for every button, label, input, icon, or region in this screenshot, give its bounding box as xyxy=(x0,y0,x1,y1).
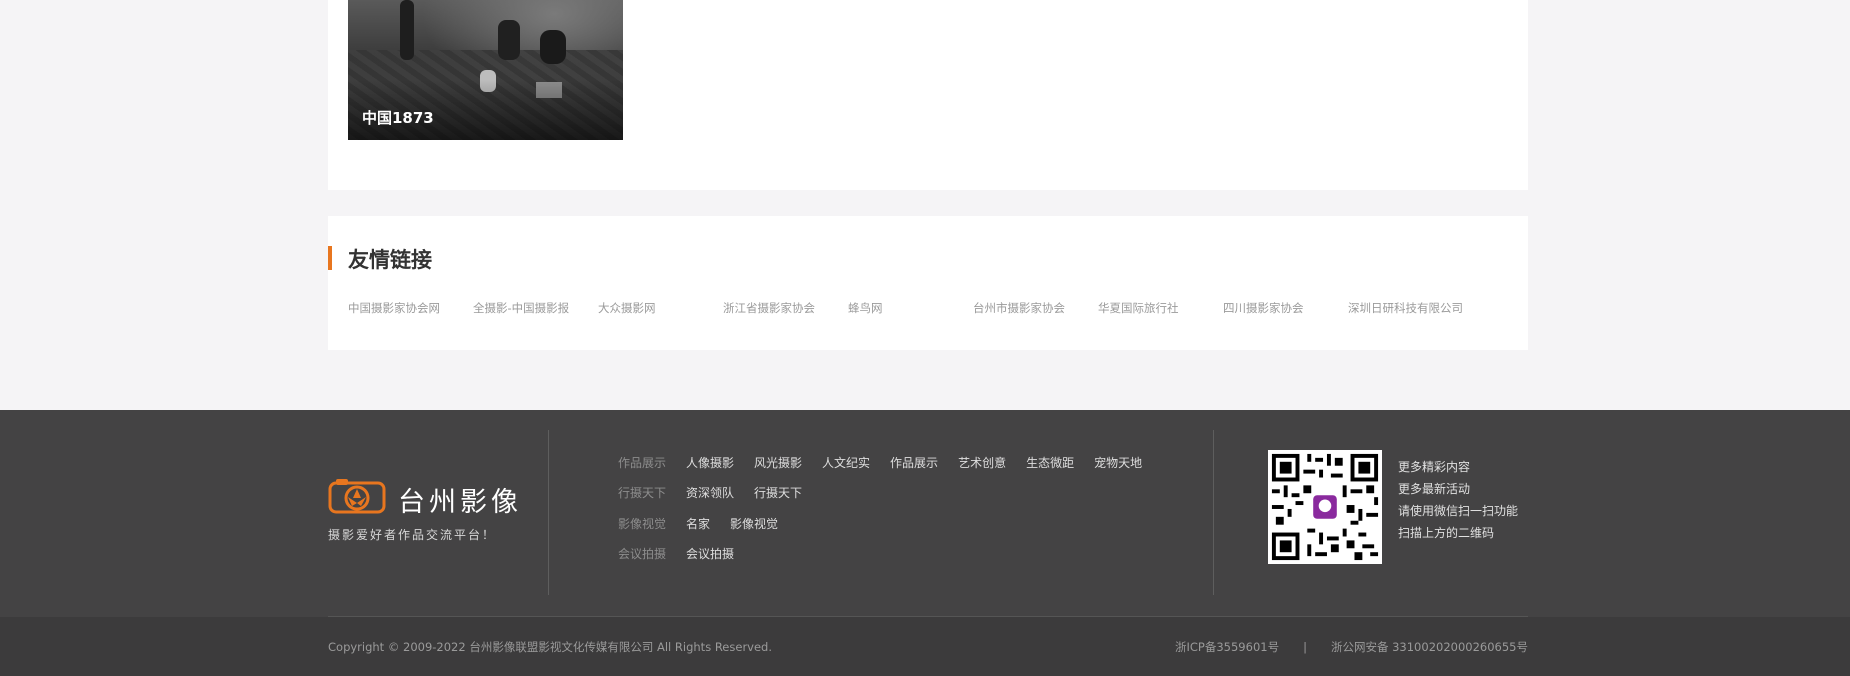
footer-nav-link[interactable]: 人像摄影 xyxy=(686,454,734,471)
friend-link[interactable]: 四川摄影家协会 xyxy=(1223,300,1348,316)
footer-divider xyxy=(548,430,549,595)
friend-link[interactable]: 蜂鸟网 xyxy=(848,300,973,316)
icp-link[interactable]: 浙ICP备3559601号 xyxy=(1175,640,1279,654)
footer-nav-heading[interactable]: 行摄天下 xyxy=(618,484,666,501)
qr-caption-line: 扫描上方的二维码 xyxy=(1398,526,1495,540)
footer-nav-link[interactable]: 风光摄影 xyxy=(754,454,802,471)
footer-nav-link[interactable]: 资深领队 xyxy=(686,484,734,501)
photo-figure xyxy=(498,20,520,60)
footer-nav-link[interactable]: 名家 xyxy=(686,515,710,532)
friend-link[interactable]: 中国摄影家协会网 xyxy=(348,300,473,316)
footer-nav-heading[interactable]: 作品展示 xyxy=(618,454,666,471)
camera-logo-icon xyxy=(328,479,386,514)
friend-link[interactable]: 华夏国际旅行社 xyxy=(1098,300,1223,316)
friend-link[interactable]: 全摄影-中国摄影报 xyxy=(473,300,598,316)
section-accent-bar xyxy=(328,246,332,270)
footer-nav-heading[interactable]: 会议拍摄 xyxy=(618,545,666,562)
friend-links-title: 友情链接 xyxy=(348,248,432,272)
footer-nav-link[interactable]: 生态微距 xyxy=(1026,454,1074,471)
friend-link[interactable]: 浙江省摄影家协会 xyxy=(723,300,848,316)
qr-caption: 更多精彩内容 更多最新活动 请使用微信扫一扫功能 扫描上方的二维码 xyxy=(1398,456,1518,544)
friend-link[interactable]: 台州市摄影家协会 xyxy=(973,300,1098,316)
brand-slogan: 摄影爱好者作品交流平台！ xyxy=(328,528,497,542)
copyright-bar: Copyright © 2009-2022 台州影像联盟影视文化传媒有限公司 A… xyxy=(0,617,1850,676)
friend-link[interactable]: 大众摄影网 xyxy=(598,300,723,316)
footer-nav-link[interactable]: 影像视觉 xyxy=(730,515,778,532)
qr-caption-line: 请使用微信扫一扫功能 xyxy=(1398,504,1519,518)
record-numbers: 浙ICP备3559601号 | 浙公网安备 33100202000260655号 xyxy=(1175,639,1528,655)
footer-divider xyxy=(1213,430,1214,595)
copyright-text: Copyright © 2009-2022 台州影像联盟影视文化传媒有限公司 A… xyxy=(328,640,773,654)
site-footer: 台州影像 摄影爱好者作品交流平台！ 作品展示 人像摄影 风光摄影 人文纪实 作品… xyxy=(0,410,1850,617)
wechat-qr-code xyxy=(1268,450,1382,564)
friend-link[interactable]: 深圳日研科技有限公司 xyxy=(1348,300,1473,316)
police-record-link[interactable]: 浙公网安备 33100202000260655号 xyxy=(1331,640,1528,654)
footer-nav-link[interactable]: 宠物天地 xyxy=(1094,454,1142,471)
footer-nav-link[interactable]: 人文纪实 xyxy=(822,454,870,471)
photo-figure xyxy=(540,30,566,64)
gallery-item-title[interactable]: 中国1873 xyxy=(362,107,434,128)
footer-nav-heading[interactable]: 影像视觉 xyxy=(618,515,666,532)
footer-nav-link[interactable]: 艺术创意 xyxy=(958,454,1006,471)
footer-nav-link[interactable]: 会议拍摄 xyxy=(686,545,734,562)
brand-name: 台州影像 xyxy=(398,487,522,518)
gallery-thumbnail[interactable]: 中国1873 xyxy=(348,0,623,140)
separator: | xyxy=(1303,640,1307,654)
qr-caption-line: 更多精彩内容 xyxy=(1398,460,1471,474)
footer-nav-link[interactable]: 行摄天下 xyxy=(754,484,802,501)
friend-links-section: 友情链接 中国摄影家协会网 全摄影-中国摄影报 大众摄影网 浙江省摄影家协会 蜂… xyxy=(328,216,1528,350)
qr-code-icon xyxy=(1268,450,1382,564)
footer-nav-link[interactable]: 作品展示 xyxy=(890,454,938,471)
friend-links-list: 中国摄影家协会网 全摄影-中国摄影报 大众摄影网 浙江省摄影家协会 蜂鸟网 台州… xyxy=(348,300,1473,316)
qr-caption-line: 更多最新活动 xyxy=(1398,482,1471,496)
photo-figure xyxy=(400,0,414,60)
gallery-card: 中国1873 xyxy=(328,0,1528,190)
